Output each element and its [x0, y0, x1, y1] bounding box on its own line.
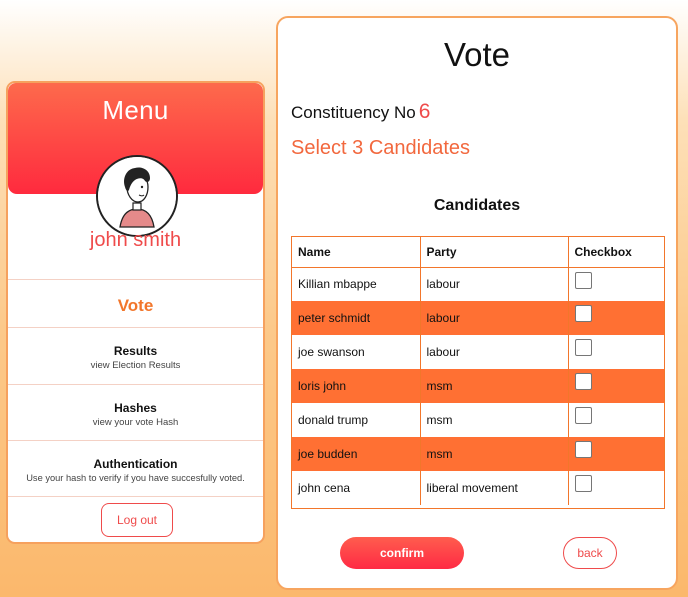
- constituency-info: Constituency No 6: [291, 100, 430, 124]
- menu-item-results[interactable]: Results view Election Results: [8, 327, 263, 384]
- page-title: Vote: [443, 36, 511, 73]
- constituency-number: 6: [418, 100, 431, 123]
- selection-instruction: Select 3 Candidates: [291, 137, 471, 159]
- candidates-table: Name Party Checkbox Killian mbappe labou…: [292, 237, 664, 505]
- candidate-checkbox[interactable]: [574, 475, 592, 493]
- menu-item-results-label: Results: [113, 344, 158, 358]
- candidate-checkbox-cell: [568, 369, 664, 403]
- menu-item-hashes-subtitle: view your vote Hash: [92, 417, 179, 428]
- logout-row: Log out: [8, 496, 263, 542]
- column-header-party: Party: [420, 237, 569, 268]
- candidate-checkbox-cell: [568, 437, 664, 471]
- table-row: john cena liberal movement: [292, 471, 664, 505]
- logout-button[interactable]: Log out: [101, 503, 173, 537]
- table-header-row: Name Party Checkbox: [292, 237, 664, 268]
- candidate-name: donald trump: [292, 403, 421, 437]
- candidate-checkbox-cell: [568, 471, 664, 505]
- candidate-checkbox-cell: [568, 267, 664, 301]
- candidate-name: loris john: [292, 369, 421, 403]
- candidate-checkbox[interactable]: [574, 305, 592, 323]
- menu-item-authentication[interactable]: Authentication Use your hash to verify i…: [8, 440, 263, 496]
- table-row: joe budden msm: [292, 437, 664, 471]
- candidate-checkbox-cell: [568, 335, 664, 369]
- menu-item-vote-label: Vote: [117, 296, 154, 315]
- candidate-checkbox-cell: [568, 301, 664, 335]
- menu-item-authentication-subtitle: Use your hash to verify if you have succ…: [26, 473, 245, 483]
- table-row: donald trump msm: [292, 403, 664, 437]
- menu-item-vote[interactable]: Vote: [8, 279, 263, 327]
- table-row: joe swanson labour: [292, 335, 664, 369]
- menu-item-hashes[interactable]: Hashes view your vote Hash: [8, 384, 263, 440]
- candidate-party: msm: [420, 437, 569, 471]
- candidate-party: liberal movement: [420, 471, 569, 505]
- candidate-checkbox[interactable]: [574, 271, 592, 289]
- candidate-checkbox[interactable]: [574, 373, 592, 391]
- candidate-party: labour: [420, 301, 569, 335]
- confirm-button[interactable]: confirm: [340, 537, 464, 569]
- candidate-checkbox[interactable]: [574, 441, 592, 459]
- user-avatar-icon: [96, 155, 178, 237]
- table-row: loris john msm: [292, 369, 664, 403]
- menu-item-results-subtitle: view Election Results: [90, 360, 181, 371]
- candidate-name: peter schmidt: [292, 301, 421, 335]
- constituency-label: Constituency No: [291, 103, 416, 122]
- candidate-name: joe swanson: [292, 335, 421, 369]
- column-header-name: Name: [292, 237, 421, 268]
- candidate-party: labour: [420, 335, 569, 369]
- table-row: peter schmidt labour: [292, 301, 664, 335]
- candidate-party: msm: [420, 369, 569, 403]
- candidate-checkbox[interactable]: [574, 339, 592, 357]
- candidate-party: msm: [420, 403, 569, 437]
- table-row: Killian mbappe labour: [292, 267, 664, 301]
- menu-item-authentication-label: Authentication: [93, 457, 178, 471]
- candidate-name: john cena: [292, 471, 421, 505]
- back-button[interactable]: back: [563, 537, 617, 569]
- user-name: john smith: [89, 229, 182, 251]
- vote-card: Vote Constituency No 6 Select 3 Candidate…: [276, 16, 678, 590]
- column-header-checkbox: Checkbox: [568, 237, 664, 268]
- candidate-name: Killian mbappe: [292, 267, 421, 301]
- menu-item-hashes-label: Hashes: [114, 401, 157, 415]
- candidates-table-container: Name Party Checkbox Killian mbappe labou…: [291, 236, 665, 509]
- candidate-checkbox[interactable]: [574, 407, 592, 425]
- candidates-heading: Candidates: [433, 197, 521, 214]
- candidate-checkbox-cell: [568, 403, 664, 437]
- candidate-name: joe budden: [292, 437, 421, 471]
- candidate-party: labour: [420, 267, 569, 301]
- menu-card: Menu john smith Vote Results view Electi…: [6, 81, 265, 544]
- menu-title: Menu: [102, 95, 169, 125]
